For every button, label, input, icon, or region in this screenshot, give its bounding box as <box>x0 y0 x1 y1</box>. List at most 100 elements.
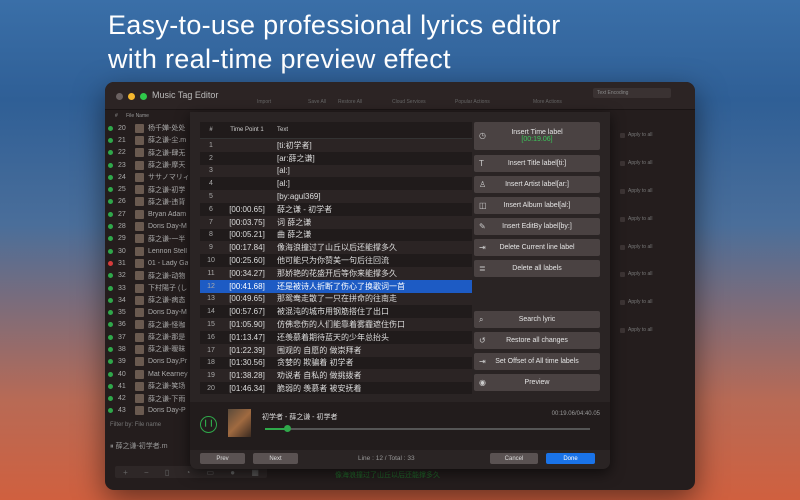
done-button[interactable]: Done <box>546 453 595 464</box>
file-name: Lennon Stell <box>148 247 187 255</box>
lyric-row[interactable]: 8 [00:05.21] 曲 薛之谦 <box>200 229 472 242</box>
insert-artist-label-button[interactable]: ♙ Insert Artist label[ar:] <box>474 176 600 193</box>
lyric-row[interactable]: 6 [00:00.65] 薛之谦 - 初学者 <box>200 203 472 216</box>
file-row[interactable]: 43 Doris Day-P <box>105 405 193 417</box>
checkbox[interactable] <box>620 244 625 250</box>
user-icon[interactable]: ◔ <box>185 468 190 477</box>
insert-time-label-button[interactable]: ◷ Insert Time label [00:19.06] <box>474 122 600 150</box>
progress-slider[interactable] <box>265 425 590 432</box>
file-row[interactable]: 22 薛之谦-肆无 <box>105 147 193 159</box>
file-row[interactable]: 37 薛之谦-那是 <box>105 331 193 343</box>
preview-button[interactable]: ◉ Preview <box>474 374 600 391</box>
lyric-row[interactable]: 19 [01:38.28] 劝说者 自私的 做挑拨者 <box>200 369 472 383</box>
delete-all-labels-button[interactable]: ≣ Delete all labels <box>474 260 600 277</box>
lyric-row[interactable]: 1 [ti:初学者] <box>200 139 472 152</box>
checkbox[interactable] <box>620 299 625 305</box>
toolbar-cloud-services[interactable]: Cloud Services <box>392 99 426 105</box>
apply-to-all-checkbox[interactable]: Apply to all <box>620 132 652 138</box>
lyric-row[interactable]: 9 [00:17.84] 像海浪撞过了山丘以后还能撑多久 <box>200 241 472 255</box>
toolbar-popular-actions[interactable]: Popular Actions <box>455 99 490 105</box>
file-row[interactable]: 41 薛之谦-笑场 <box>105 380 193 392</box>
search-lyric-button[interactable]: ⌕ Search lyric <box>474 311 600 328</box>
file-row[interactable]: 25 薛之谦-初学 <box>105 183 193 195</box>
progress-knob[interactable] <box>284 425 292 432</box>
lyric-row[interactable]: 14 [00:57.67] 被混沌的城市用钢筋搭住了出口 <box>200 305 472 318</box>
lyric-row[interactable]: 17 [01:22.39] 围观的 自愿的 做崇拜者 <box>200 343 472 357</box>
file-row[interactable]: 26 薛之谦-违背 <box>105 196 193 208</box>
apply-to-all-checkbox[interactable]: Apply to all <box>620 327 652 333</box>
lyric-row[interactable]: 16 [01:13.47] 还羡慕着期待蓝天的少年总抬头 <box>200 331 472 344</box>
lyric-row[interactable]: 11 [00:34.27] 那娇艳的花盛开后等你来能撑多久 <box>200 266 472 280</box>
apply-to-all-checkbox[interactable]: Apply to all <box>620 216 652 222</box>
file-row[interactable]: 34 薛之谦-病态 <box>105 294 193 306</box>
lyric-row[interactable]: 10 [00:25.60] 他可能只为你赞美一句后往回流 <box>200 254 472 267</box>
toolbar-more-actions[interactable]: More Actions <box>533 99 562 105</box>
toolbar-import[interactable]: Import <box>257 99 271 105</box>
lyric-row[interactable]: 7 [00:03.75] 词 薛之谦 <box>200 215 472 229</box>
toolbar-save-all[interactable]: Save All <box>308 99 326 105</box>
col-number[interactable]: # <box>200 127 222 133</box>
restore-all-changes-button[interactable]: ↺ Restore all changes <box>474 332 600 349</box>
file-row[interactable]: 32 薛之谦-动物 <box>105 270 193 282</box>
remove-icon[interactable]: − <box>144 468 149 477</box>
file-row[interactable]: 27 Bryan Adam <box>105 208 193 220</box>
apply-to-all-checkbox[interactable]: Apply to all <box>620 299 652 305</box>
col-text[interactable]: Text <box>272 127 472 133</box>
toolbar-restore-all[interactable]: Restore All <box>338 99 362 105</box>
checkbox[interactable] <box>620 188 625 194</box>
filter-by[interactable]: Filter by: File name <box>110 422 161 428</box>
file-row[interactable]: 29 薛之谦-一半 <box>105 233 193 245</box>
insert-album-label-button[interactable]: ◫ Insert Album label[al:] <box>474 197 600 214</box>
file-row[interactable]: 36 薛之谦-怪咖 <box>105 319 193 331</box>
minimize-button[interactable] <box>128 93 135 100</box>
lyric-row[interactable]: 4 [al:] <box>200 177 472 190</box>
apply-to-all-checkbox[interactable]: Apply to all <box>620 271 652 277</box>
lyric-row[interactable]: 5 [by:agul369] <box>200 190 472 203</box>
lyric-row[interactable]: 15 [01:05.90] 仿佛悲伤的人们能靠着雾霾遮住伤口 <box>200 318 472 331</box>
delete-current-line-label-button[interactable]: ⇥ Delete Current line label <box>474 239 600 256</box>
next-button[interactable]: Next <box>253 453 298 464</box>
lyric-row[interactable]: 13 [00:49.65] 那鸳鸯走散了一只在拼命的往南走 <box>200 292 472 306</box>
file-row[interactable]: 39 Doris Day,Pr <box>105 356 193 368</box>
apply-to-all-checkbox[interactable]: Apply to all <box>620 160 652 166</box>
prev-button[interactable]: Prev <box>200 453 245 464</box>
checkbox[interactable] <box>620 160 625 166</box>
lyric-text: 还是被诗人折断了伤心了换歌词一首 <box>277 281 405 291</box>
lyric-row[interactable]: 12 [00:41.68] 还是被诗人折断了伤心了换歌词一首 <box>200 279 472 293</box>
insert-title-label-button[interactable]: T Insert Title label[ti:] <box>474 155 600 172</box>
lyric-row[interactable]: 20 [01:46.34] 脆弱的 羡慕者 被安抚着 <box>200 382 472 395</box>
apply-to-all-checkbox[interactable]: Apply to all <box>620 244 652 250</box>
checkbox[interactable] <box>620 271 625 277</box>
apply-to-all-checkbox[interactable]: Apply to all <box>620 188 652 194</box>
file-row[interactable]: 23 薛之谦-摩天 <box>105 159 193 171</box>
clipboard-icon[interactable]: ▯ <box>165 468 169 477</box>
line-number: 12 <box>207 282 215 290</box>
file-row[interactable]: 40 Mat Kearney <box>105 368 193 380</box>
file-row[interactable]: 42 薛之谦-下雨 <box>105 393 193 405</box>
lyric-row[interactable]: 18 [01:30.56] 贪婪的 欺骗着 初学者 <box>200 357 472 370</box>
cancel-button[interactable]: Cancel <box>490 453 538 464</box>
zoom-button[interactable] <box>140 93 147 100</box>
set-offset-button[interactable]: ⇥ Set Offset of All time labels <box>474 353 600 370</box>
pause-button[interactable]: ❙❙ <box>200 416 217 433</box>
checkbox[interactable] <box>620 327 625 333</box>
file-row[interactable]: 21 薛之谦-尘.m <box>105 134 193 146</box>
close-button[interactable] <box>116 93 123 100</box>
col-time-point[interactable]: Time Point 1 <box>222 127 272 133</box>
file-row[interactable]: 30 Lennon Stell <box>105 245 193 257</box>
file-row[interactable]: 31 01 - Lady Ga <box>105 257 193 269</box>
text-encoding-select[interactable]: Text Encoding <box>593 88 671 98</box>
lyric-row[interactable]: 3 [al:] <box>200 164 472 178</box>
file-row[interactable]: 35 Doris Day-M <box>105 306 193 318</box>
checkbox[interactable] <box>620 216 625 222</box>
file-row[interactable]: 28 Doris Day-M <box>105 220 193 232</box>
file-row[interactable]: 33 下村陽子 (し <box>105 282 193 294</box>
add-icon[interactable]: + <box>123 468 128 477</box>
lyric-row[interactable]: 2 [ar:薛之谦] <box>200 152 472 165</box>
file-row[interactable]: 24 ササノマリィ <box>105 171 193 183</box>
insert-editby-label-button[interactable]: ✎ Insert EditBy label[by:] <box>474 218 600 235</box>
checkbox[interactable] <box>620 132 625 138</box>
file-row[interactable]: 20 杨千嬅-处处 <box>105 122 193 134</box>
file-row[interactable]: 38 薛之谦-暧昧 <box>105 343 193 355</box>
apply-label: Apply to all <box>628 188 653 194</box>
